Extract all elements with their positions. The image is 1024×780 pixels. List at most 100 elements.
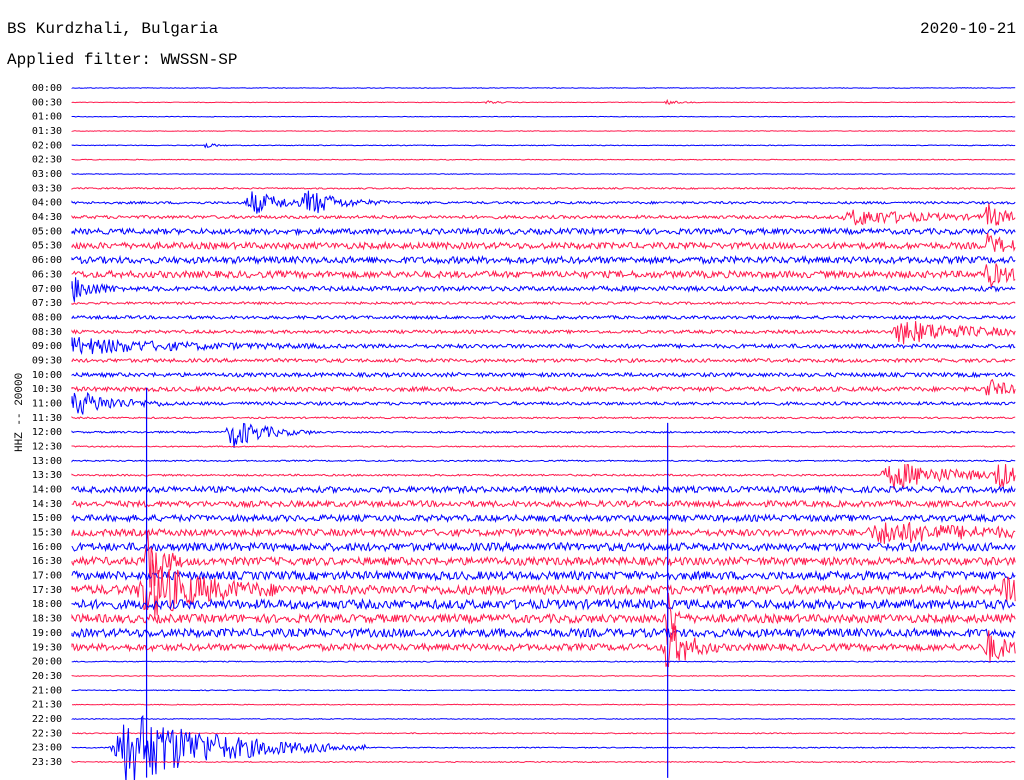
trace-0000 <box>71 87 1016 89</box>
row-label-0100: 01:00 <box>32 112 62 123</box>
trace-0500 <box>71 226 1016 237</box>
helicorder-plot: 00:00 00:30 01:00 01:30 02:00 02:30 03:00 03:30… <box>32 83 1016 780</box>
row-label-1900: 19:00 <box>32 628 62 639</box>
row-label-1930: 19:30 <box>32 642 62 653</box>
trace-0730 <box>71 300 1016 306</box>
trace-0030 <box>71 98 1016 105</box>
row-label-0830: 08:30 <box>32 327 62 338</box>
row-label-1700: 17:00 <box>32 571 62 582</box>
row-label-2330: 23:30 <box>32 757 62 768</box>
row-label-0530: 05:30 <box>32 241 62 252</box>
trace-1800 <box>71 597 1016 611</box>
row-label-0130: 01:30 <box>32 126 62 137</box>
row-label-1430: 14:30 <box>32 499 62 510</box>
trace-1200 <box>71 422 1016 448</box>
row-label-0230: 02:30 <box>32 155 62 166</box>
trace-0230 <box>71 158 1016 161</box>
trace-1900 <box>71 627 1016 639</box>
row-label-0900: 09:00 <box>32 341 62 352</box>
trace-0930 <box>71 357 1016 364</box>
row-label-0500: 05:00 <box>32 226 62 237</box>
row-label-0400: 04:00 <box>32 198 62 209</box>
trace-1530 <box>71 522 1016 544</box>
trace-0400 <box>71 190 1016 214</box>
trace-2100 <box>71 689 1016 692</box>
row-label-1600: 16:00 <box>32 542 62 553</box>
row-label-0030: 00:30 <box>32 97 62 108</box>
trace-1230 <box>71 445 1016 448</box>
row-label-2100: 21:00 <box>32 685 62 696</box>
trace-1400 <box>71 484 1016 495</box>
row-label-1100: 11:00 <box>32 398 62 409</box>
row-label-2030: 20:30 <box>32 671 62 682</box>
trace-2230 <box>72 732 1016 735</box>
trace-2200 <box>71 718 1016 721</box>
row-label-1800: 18:00 <box>32 599 62 610</box>
trace-1700 <box>71 569 1016 582</box>
trace-0200 <box>71 142 1016 149</box>
row-label-1130: 11:30 <box>32 413 62 424</box>
row-label-2230: 22:30 <box>32 728 62 739</box>
row-label-1630: 16:30 <box>32 556 62 567</box>
filter-subtitle: Applied filter: WWSSN-SP <box>7 51 238 69</box>
trace-2030 <box>71 674 1016 677</box>
trace-2330 <box>71 760 1016 764</box>
trace-2000 <box>71 660 1016 663</box>
trace-0900 <box>71 337 1016 355</box>
row-label-group: 00:00 00:30 01:00 01:30 02:00 02:30 03:00 03:30… <box>32 83 62 768</box>
trace-group <box>71 87 1016 780</box>
row-label-2130: 21:30 <box>32 700 62 711</box>
row-label-1200: 12:00 <box>32 427 62 438</box>
row-label-1400: 14:00 <box>32 485 62 496</box>
row-label-1730: 17:30 <box>32 585 62 596</box>
row-label-0600: 06:00 <box>32 255 62 266</box>
trace-0600 <box>71 254 1016 266</box>
row-label-0630: 06:30 <box>32 269 62 280</box>
trace-1600 <box>71 540 1016 553</box>
trace-0630 <box>71 263 1016 288</box>
trace-0330 <box>71 186 1016 190</box>
trace-0430 <box>71 203 1016 226</box>
trace-2130 <box>71 703 1016 706</box>
row-label-0430: 04:30 <box>32 212 62 223</box>
row-label-2000: 20:00 <box>32 657 62 668</box>
row-label-1500: 15:00 <box>32 513 62 524</box>
y-axis-label: HHZ -- 20000 <box>14 372 26 452</box>
row-label-1830: 18:30 <box>32 614 62 625</box>
trace-0700 <box>71 277 1016 302</box>
row-label-1230: 12:30 <box>32 442 62 453</box>
trace-1030 <box>71 378 1016 396</box>
row-label-1330: 13:30 <box>32 470 62 481</box>
trace-1100 <box>71 391 1016 415</box>
row-label-0700: 07:00 <box>32 284 62 295</box>
trace-1430 <box>71 498 1016 509</box>
trace-1130 <box>71 416 1016 420</box>
trace-1830 <box>71 592 1016 645</box>
row-label-0330: 03:30 <box>32 183 62 194</box>
trace-0530 <box>71 232 1016 252</box>
row-label-1300: 13:00 <box>32 456 62 467</box>
trace-1330 <box>71 464 1016 490</box>
trace-1500 <box>71 513 1016 524</box>
trace-2300 <box>71 714 1016 780</box>
trace-0130 <box>71 130 1016 132</box>
trace-1000 <box>71 371 1016 379</box>
trace-1300 <box>71 459 1016 463</box>
date-label: 2020-10-21 <box>919 20 1016 38</box>
row-label-2300: 23:00 <box>32 743 62 754</box>
row-label-1000: 10:00 <box>32 370 62 381</box>
row-label-0200: 02:00 <box>32 140 62 151</box>
row-label-1530: 15:30 <box>32 528 62 539</box>
station-title: BS Kurdzhali, Bulgaria <box>7 20 219 38</box>
row-label-0800: 08:00 <box>32 312 62 323</box>
trace-0300 <box>71 173 1016 175</box>
trace-0800 <box>71 314 1016 321</box>
row-label-2200: 22:00 <box>32 714 62 725</box>
row-label-0000: 00:00 <box>32 83 62 94</box>
row-label-0730: 07:30 <box>32 298 62 309</box>
trace-0100 <box>71 115 1016 118</box>
row-label-1030: 10:30 <box>32 384 62 395</box>
row-label-0930: 09:30 <box>32 355 62 366</box>
trace-0830 <box>71 321 1016 345</box>
row-label-0300: 03:00 <box>32 169 62 180</box>
